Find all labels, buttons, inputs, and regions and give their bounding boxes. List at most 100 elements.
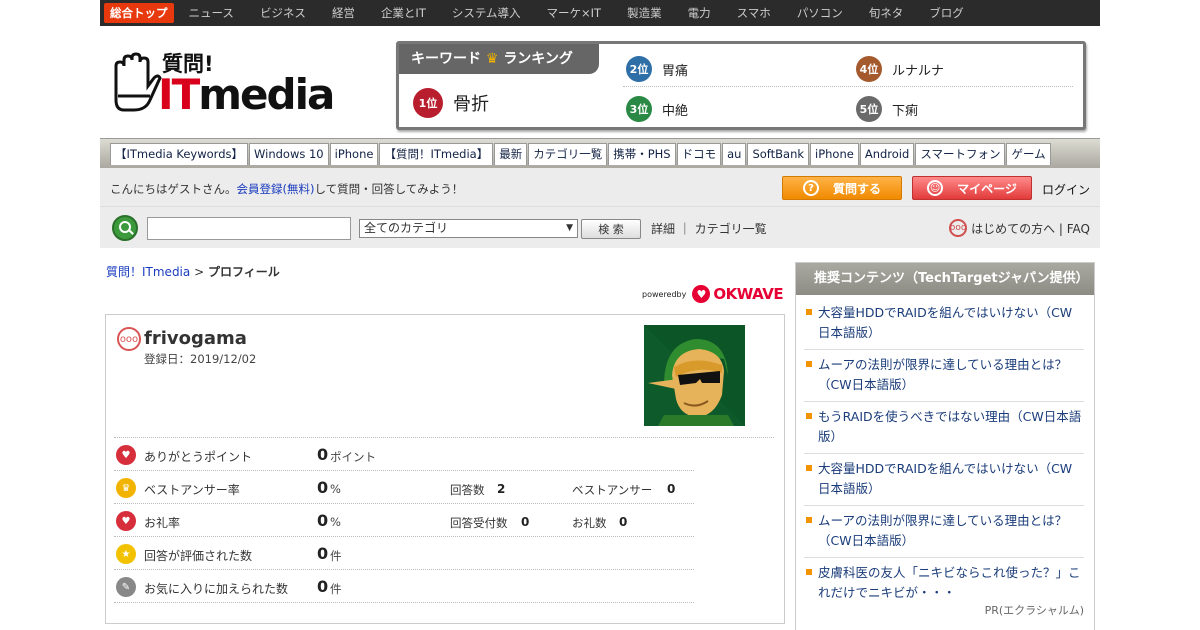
sidebar-entry[interactable]: 大容量HDDでRAIDを組んではいけない（CW日本語版） <box>804 453 1084 506</box>
recommended-sidebar: 推奨コンテンツ（TechTargetジャパン提供） 大容量HDDでRAIDを組ん… <box>795 262 1095 630</box>
nav-item-smartphone[interactable]: スマホ <box>724 0 784 26</box>
rank-5-word: 下痢 <box>892 103 919 119</box>
breadcrumb-current: プロフィール <box>207 265 280 279</box>
pr-label: PR(エクラシャルム) <box>984 604 1084 617</box>
hand-logo-icon <box>114 52 162 112</box>
rank-3-badge: 3位 <box>626 96 652 122</box>
rank-2-word: 胃痛 <box>662 63 689 79</box>
logo-main-text: ITmedia <box>158 70 335 119</box>
bullet-icon <box>806 309 812 315</box>
sidebar-entry[interactable]: ムーアの法則が限界に達している理由とは？（CW日本語版） <box>804 349 1084 402</box>
user-icon: ooo <box>117 327 141 351</box>
avatar <box>644 325 745 426</box>
breadcrumb-home[interactable]: 質問！ITmedia <box>106 265 190 279</box>
nav-item-system[interactable]: システム導入 <box>439 0 534 26</box>
site-logo[interactable]: 質問! ITmedia <box>110 48 335 128</box>
nav-item-top[interactable]: 総合トップ <box>104 3 174 23</box>
face-icon: ☺ <box>927 180 944 196</box>
sidebar-entry[interactable]: もうRAIDを使うべきではない理由（CW日本語版） <box>804 401 1084 454</box>
keyword-tab[interactable]: Windows 10 <box>249 143 329 165</box>
keyword-tab[interactable]: 最新 <box>494 143 528 165</box>
keyword-tab[interactable]: Android <box>859 143 915 165</box>
pencil-icon: ✎ <box>116 577 136 597</box>
keyword-tab[interactable]: iPhone <box>810 143 859 165</box>
ranking-item-3[interactable]: 3位 中絶 <box>626 96 688 122</box>
stat-row-thanks-points: ♥ ありがとうポイント 0 ポイント <box>114 438 694 471</box>
question-icon: ? <box>802 180 819 196</box>
bullet-icon <box>806 517 812 523</box>
stat-row-best-answer-rate: ♛ ベストアンサー率 0 % 回答数 2 ベストアンサー 0 <box>114 471 694 504</box>
stat-row-rated-count: ★ 回答が評価された数 0 件 <box>114 537 694 570</box>
okwave-heart-icon: ♥ <box>692 285 711 303</box>
sidebar-entry[interactable]: 大容量HDDでRAIDを組んではいけない（CW日本語版） <box>804 297 1084 350</box>
sidebar-title: 推奨コンテンツ（TechTargetジャパン提供） <box>796 263 1094 295</box>
register-link[interactable]: 会員登録(無料) <box>237 182 315 196</box>
rank-2-badge: 2位 <box>626 56 652 82</box>
nav-item-business[interactable]: ビジネス <box>247 0 319 26</box>
nav-item-enterprise-it[interactable]: 企業とIT <box>368 0 439 26</box>
ask-question-button[interactable]: ? 質問する <box>782 176 902 200</box>
keyword-tab[interactable]: au <box>722 143 747 165</box>
profile-box: ooo frivogama 登録日：2019/12/02 ♥ ありがとうポイント… <box>105 314 785 624</box>
ranking-item-5[interactable]: 5位 下痢 <box>856 96 918 122</box>
keyword-tab[interactable]: 【質問！ITmedia】 <box>379 143 494 165</box>
nav-item-trend[interactable]: 旬ネタ <box>856 0 917 26</box>
nav-item-management[interactable]: 経営 <box>319 0 368 26</box>
crown-icon: ♛ <box>116 478 136 498</box>
rank-1-badge: 1位 <box>413 88 443 118</box>
global-nav: 総合トップ ニュース ビジネス 経営 企業とIT システム導入 マーケ×IT 製… <box>100 0 1100 26</box>
category-select[interactable]: 全てのカテゴリ ▼ <box>359 219 578 238</box>
mypage-button[interactable]: ☺ マイページ <box>912 176 1032 200</box>
keyword-tab[interactable]: ゲーム <box>1006 143 1051 165</box>
ranking-title: キーワード ♛ ランキング <box>399 44 599 74</box>
keyword-tab[interactable]: スマートフォン <box>915 143 1006 165</box>
keyword-tab[interactable]: 携帯・PHS <box>608 143 676 165</box>
keyword-tab[interactable]: iPhone <box>329 143 379 165</box>
breadcrumb: 質問！ITmedia > プロフィール <box>106 265 280 279</box>
crown-icon: ♛ <box>485 51 499 67</box>
search-links[interactable]: 詳細 ｜ カテゴリ一覧 <box>651 220 767 237</box>
keyword-tab[interactable]: ドコモ <box>676 143 722 165</box>
ranking-item-2[interactable]: 2位 胃痛 <box>626 56 688 82</box>
okwave-brand: OKWAVE <box>713 285 784 303</box>
keyword-tab[interactable]: 【ITmedia Keywords】 <box>110 143 248 165</box>
rank-5-badge: 5位 <box>856 96 882 122</box>
search-button[interactable]: 検 索 <box>581 219 641 239</box>
search-icon <box>112 215 138 241</box>
rank-4-badge: 4位 <box>856 56 882 82</box>
nav-item-marketing[interactable]: マーケ×IT <box>534 0 615 26</box>
dropdown-arrow-icon: ▼ <box>566 223 573 233</box>
bullet-icon <box>806 413 812 419</box>
ranking-item-1[interactable]: 1位 骨折 <box>413 88 489 118</box>
help-links[interactable]: ooo はじめての方へ | FAQ <box>949 219 1090 237</box>
rank-3-word: 中絶 <box>662 103 689 119</box>
bullet-icon <box>806 569 812 575</box>
keyword-tab[interactable]: SoftBank <box>747 143 810 165</box>
rank-1-word: 骨折 <box>453 94 489 115</box>
sidebar-entry[interactable]: ムーアの法則が限界に達している理由とは？（CW日本語版） <box>804 505 1084 558</box>
nav-item-pc[interactable]: パソコン <box>784 0 856 26</box>
welcome-bar: こんにちはゲストさん。会員登録(無料)して質問・回答してみよう！ ? 質問する … <box>100 168 1100 206</box>
registration-date: 登録日：2019/12/02 <box>144 352 257 366</box>
keyword-tab[interactable]: カテゴリ一覧 <box>528 143 608 165</box>
ask-button-label: 質問する <box>832 181 881 196</box>
search-input[interactable] <box>147 217 351 240</box>
site-header: 質問! ITmedia キーワード ♛ ランキング 1位 骨折 2位 胃痛 3位… <box>100 26 1100 138</box>
powered-by-okwave[interactable]: poweredby ♥ OKWAVE <box>642 285 784 303</box>
username: frivogama <box>144 328 247 349</box>
ranking-item-4[interactable]: 4位 ルナルナ <box>856 56 944 82</box>
nav-item-power[interactable]: 電力 <box>675 0 724 26</box>
help-links-label: はじめての方へ | FAQ <box>971 221 1090 236</box>
nav-item-manufacturing[interactable]: 製造業 <box>614 0 675 26</box>
login-link[interactable]: ログイン <box>1042 181 1090 198</box>
nav-item-blog[interactable]: ブログ <box>916 0 977 26</box>
beginner-icon: ooo <box>949 219 968 237</box>
nav-item-news[interactable]: ニュース <box>176 0 247 26</box>
heart-icon: ♥ <box>116 445 136 465</box>
stat-row-thanks-rate: ♥ お礼率 0 % 回答受付数 0 お礼数 0 <box>114 504 694 537</box>
category-select-value: 全てのカテゴリ <box>364 221 449 235</box>
powered-by-text: poweredby <box>642 289 687 299</box>
heart-icon: ♥ <box>116 511 136 531</box>
welcome-message: こんにちはゲストさん。会員登録(無料)して質問・回答してみよう！ <box>110 182 464 196</box>
bullet-icon <box>806 465 812 471</box>
